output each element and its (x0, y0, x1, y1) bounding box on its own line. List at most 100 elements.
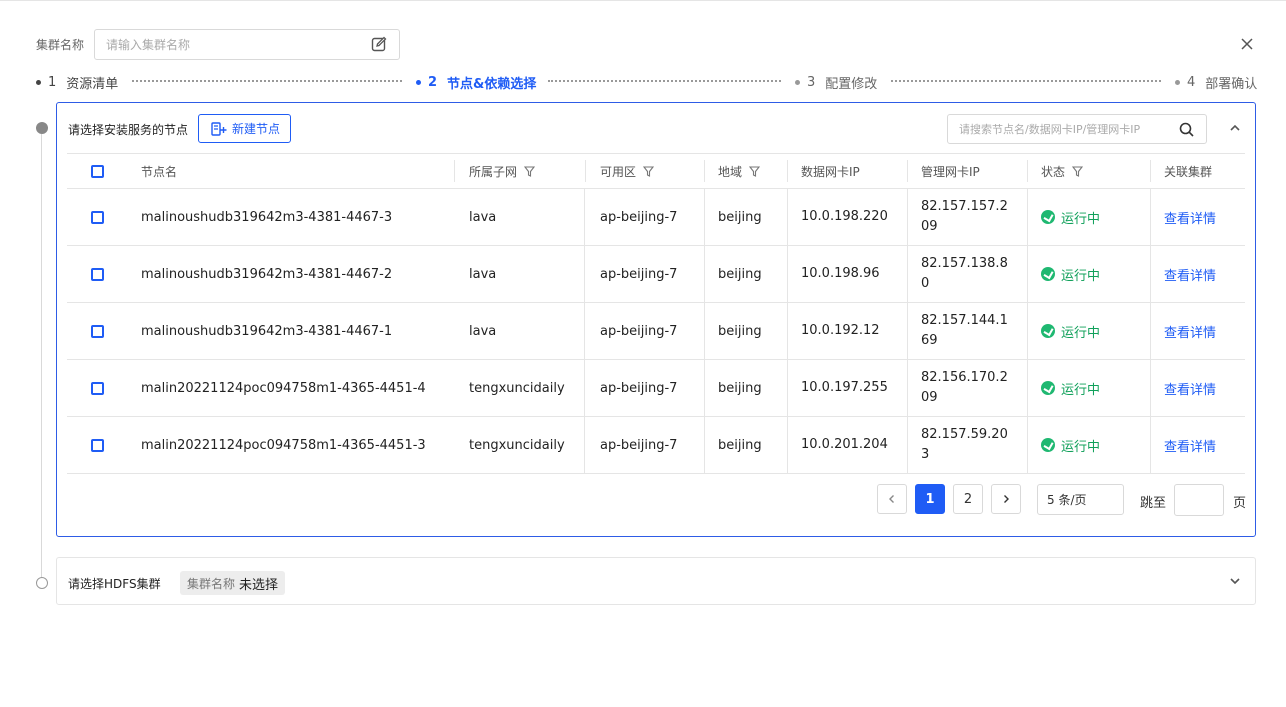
hdfs-cluster-panel[interactable]: 请选择HDFS集群 集群名称 未选择 (56, 557, 1256, 605)
jump-to-input[interactable] (1174, 484, 1224, 516)
step-number: 4 (1187, 75, 1196, 90)
running-status-icon (1041, 438, 1055, 452)
col-data-ip: 数据网卡IP (787, 154, 860, 188)
tag-key: 集群名称 (187, 576, 236, 591)
node-table: 节点名 所属子网 可用区 地域 数据网卡IP 管理网卡IP 状态 关联集群 ma… (67, 153, 1245, 474)
chevron-down-icon[interactable] (1229, 575, 1241, 587)
step-connector (891, 80, 1161, 82)
mgmt-ip: 82.157.138.80 (907, 246, 1013, 302)
status-text: 运行中 (1061, 325, 1101, 341)
table-row[interactable]: malinoushudb319642m3-4381-4467-3 lava ap… (67, 189, 1245, 246)
status-cell: 运行中 (1027, 189, 1100, 245)
step-dot (36, 80, 41, 85)
col-zone: 可用区 (586, 154, 655, 188)
filter-icon[interactable] (524, 165, 536, 177)
detail-cell: 查看详情 (1150, 246, 1216, 302)
col-header-label: 数据网卡IP (801, 164, 860, 179)
data-ip: 10.0.192.12 (787, 303, 893, 359)
step-3[interactable]: 3 配置修改 (795, 73, 877, 92)
chevron-right-icon (1004, 495, 1009, 503)
status-cell: 运行中 (1027, 360, 1100, 416)
cluster-name-field[interactable] (94, 29, 400, 60)
new-node-button[interactable]: 新建节点 (198, 114, 291, 143)
row-checkbox-cell (77, 303, 104, 359)
data-ip: 10.0.197.255 (787, 360, 893, 416)
detail-cell: 查看详情 (1150, 417, 1216, 473)
node-search-input[interactable] (948, 115, 1168, 143)
step-1[interactable]: 1 资源清单 (36, 73, 118, 92)
jump-to-label: 跳至 (1140, 496, 1167, 511)
step-4[interactable]: 4 部署确认 (1175, 73, 1257, 92)
select-all-cell (77, 154, 104, 188)
table-row[interactable]: malin20221124poc094758m1-4365-4451-3 ten… (67, 417, 1245, 474)
table-row[interactable]: malin20221124poc094758m1-4365-4451-4 ten… (67, 360, 1245, 417)
chevron-up-icon[interactable] (1229, 122, 1241, 134)
search-icon[interactable] (1179, 122, 1194, 137)
cluster-name-input[interactable] (95, 30, 355, 59)
data-ip-value: 10.0.192.12 (801, 323, 880, 338)
select-all-checkbox[interactable] (91, 164, 104, 178)
node-search-box[interactable] (947, 114, 1207, 144)
step-connector (132, 80, 402, 82)
zone: ap-beijing-7 (600, 437, 678, 453)
row-checkbox[interactable] (91, 267, 104, 281)
col-mgmt-ip: 管理网卡IP (907, 154, 980, 188)
mgmt-ip: 82.157.59.203 (907, 417, 1013, 473)
view-detail-link[interactable]: 查看详情 (1164, 322, 1216, 341)
col-separator (584, 360, 585, 416)
step-2[interactable]: 2 节点&依赖选择 (416, 73, 536, 92)
node-name: malinoushudb319642m3-4381-4467-1 (141, 323, 393, 339)
zone: ap-beijing-7 (600, 209, 678, 225)
mgmt-ip: 82.156.170.209 (907, 360, 1013, 416)
running-status-icon (1041, 267, 1055, 281)
status-cell: 运行中 (1027, 417, 1100, 473)
col-separator (584, 417, 585, 473)
row-checkbox-cell (77, 189, 104, 245)
step-label: 部署确认 (1205, 77, 1258, 92)
col-header-label: 状态 (1041, 164, 1066, 179)
filter-icon[interactable] (1072, 165, 1084, 177)
cluster-name-label: 集群名称 (36, 38, 85, 52)
col-cluster: 关联集群 (1150, 154, 1212, 188)
page-size-select[interactable]: 5 条/页 (1037, 484, 1124, 515)
col-separator (584, 303, 585, 359)
row-checkbox[interactable] (91, 210, 104, 224)
step-number: 2 (428, 75, 438, 90)
view-detail-link[interactable]: 查看详情 (1164, 379, 1216, 398)
col-region: 地域 (704, 154, 761, 188)
table-row[interactable]: malinoushudb319642m3-4381-4467-2 lava ap… (67, 246, 1245, 303)
mgmt-ip-value: 82.157.59.203 (921, 427, 1008, 462)
row-checkbox[interactable] (91, 324, 104, 338)
view-detail-link[interactable]: 查看详情 (1164, 208, 1216, 227)
subnet: tengxuncidaily (469, 380, 565, 396)
view-detail-link[interactable]: 查看详情 (1164, 265, 1216, 284)
detail-cell: 查看详情 (1150, 189, 1216, 245)
row-checkbox[interactable] (91, 381, 104, 395)
subnet: lava (469, 266, 497, 282)
filter-icon[interactable] (749, 165, 761, 177)
view-detail-link[interactable]: 查看详情 (1164, 436, 1216, 455)
mgmt-ip: 82.157.157.209 (907, 189, 1013, 245)
next-page-button[interactable] (991, 484, 1021, 514)
node-name: malin20221124poc094758m1-4365-4451-3 (141, 437, 426, 453)
data-ip-value: 10.0.197.255 (801, 380, 888, 395)
node-selection-panel: 请选择安装服务的节点 新建节点 节点名 所属子网 (56, 102, 1256, 537)
page-button[interactable]: 2 (953, 484, 983, 514)
prev-page-button[interactable] (877, 484, 907, 514)
filter-icon[interactable] (643, 165, 655, 177)
page-button[interactable]: 1 (915, 484, 945, 514)
col-header-label: 所属子网 (469, 164, 518, 179)
close-icon[interactable] (1240, 37, 1254, 51)
row-checkbox[interactable] (91, 438, 104, 452)
mgmt-ip: 82.157.144.169 (907, 303, 1013, 359)
status-text: 运行中 (1061, 382, 1101, 398)
chevron-left-icon (889, 495, 894, 503)
col-status: 状态 (1027, 154, 1084, 188)
edit-icon[interactable] (371, 36, 387, 52)
data-ip-value: 10.0.198.220 (801, 209, 888, 224)
table-row[interactable]: malinoushudb319642m3-4381-4467-1 lava ap… (67, 303, 1245, 360)
step-number: 1 (48, 75, 57, 90)
table-header: 节点名 所属子网 可用区 地域 数据网卡IP 管理网卡IP 状态 关联集群 (67, 153, 1245, 189)
data-ip-value: 10.0.198.96 (801, 266, 880, 281)
step-label: 资源清单 (66, 77, 119, 92)
